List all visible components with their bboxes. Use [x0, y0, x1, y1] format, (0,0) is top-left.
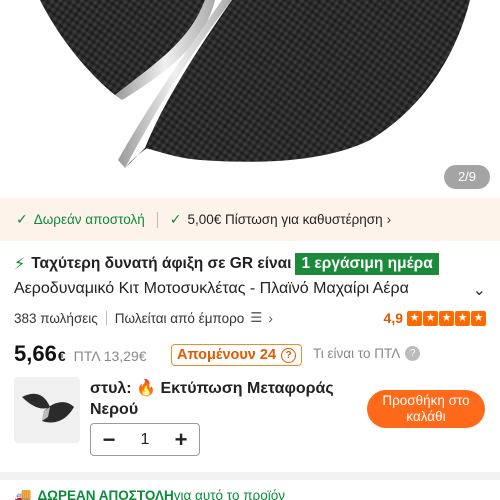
- chevron-right-icon[interactable]: ›: [268, 311, 273, 326]
- what-is-ptl-text: Τι είναι το ΠΤΛ: [313, 346, 401, 361]
- reference-price: ΠΤΛ 13,29€: [73, 348, 147, 364]
- check-icon: ✓: [16, 211, 28, 227]
- divider: [105, 311, 107, 325]
- price: 5,66 € ΠΤΛ 13,29€: [14, 341, 147, 367]
- decrease-button[interactable]: −: [91, 427, 127, 453]
- quantity-value[interactable]: 1: [127, 431, 163, 449]
- seller-label[interactable]: Πωλείται από έμπορο: [115, 311, 245, 326]
- fast-arrival: ⚡ Ταχύτερη δυνατή άφιξη σε GR είναι 1 ερ…: [14, 253, 439, 275]
- free-shipping-banner[interactable]: 🚚 ΔΩΡΕΑΝ ΑΠΟΣΤΟΛΗ για αυτό το προϊόν: [14, 487, 285, 500]
- sales-count: 383 πωλήσεις: [14, 310, 98, 326]
- chevron-down-icon[interactable]: ⌄: [473, 280, 486, 300]
- check-icon: ✓: [169, 211, 182, 227]
- fast-arrival-text: Ταχύτερη δυνατή άφιξη σε GR είναι: [31, 255, 292, 272]
- star-icon: ★: [439, 310, 454, 326]
- section-divider: [0, 472, 500, 480]
- star-icon: ★: [455, 310, 470, 326]
- quantity-stepper[interactable]: − 1 +: [90, 423, 200, 456]
- image-counter: 2/9: [444, 165, 490, 189]
- currency-symbol: €: [57, 348, 66, 364]
- variant-image: [22, 393, 74, 423]
- what-is-ptl-link[interactable]: Τι είναι το ΠΤΛ ?: [313, 346, 421, 361]
- product-title[interactable]: Αεροδυναμικό Κιτ Μοτοσυκλέτας - Πλαϊνό Μ…: [14, 280, 484, 302]
- arrival-badge: 1 εργάσιμη ημέρα: [295, 253, 439, 275]
- divider: [156, 211, 158, 228]
- variant-thumbnail[interactable]: [14, 377, 80, 443]
- free-shipping-strong: ΔΩΡΕΑΝ ΑΠΟΣΤΟΛΗ: [37, 488, 174, 500]
- late-credit-label: 5,00€ Πίστωση για καθυστέρηση: [187, 212, 383, 227]
- style-label: στυλ:: [90, 380, 132, 397]
- question-icon: ?: [405, 346, 421, 361]
- free-shipping-label: Δωρεάν αποστολή: [33, 212, 145, 227]
- fire-icon: 🔥: [136, 380, 156, 397]
- free-shipping-rest: για αυτό το προϊόν: [173, 488, 285, 500]
- sales-row: 383 πωλήσεις Πωλείται από έμπορο ☰ ›: [14, 308, 273, 328]
- lightning-bolt-icon: ⚡: [14, 256, 26, 273]
- star-icon: ★: [407, 310, 422, 326]
- question-icon: ?: [281, 347, 297, 363]
- truck-icon: 🚚: [14, 487, 32, 500]
- product-photo: [40, 0, 470, 168]
- rating-value: 4,9: [383, 310, 403, 326]
- increase-button[interactable]: +: [163, 427, 199, 453]
- add-to-cart-button[interactable]: Προσθήκη στο καλάθι: [367, 390, 485, 428]
- chevron-right-icon: ›: [386, 212, 392, 227]
- star-icon: ★: [471, 310, 486, 326]
- star-icon: ★: [423, 310, 438, 326]
- rating[interactable]: 4,9 ★ ★ ★ ★ ★: [384, 308, 486, 328]
- style-info[interactable]: στυλ: 🔥 Εκτύπωση Μεταφοράς Νερού: [90, 378, 350, 420]
- title-fade: [420, 278, 470, 304]
- list-icon: ☰: [250, 310, 263, 325]
- current-price: 5,66: [14, 341, 57, 366]
- product-image[interactable]: 2/9: [0, 0, 500, 198]
- stock-remaining-text: Απομένουν 24: [177, 347, 277, 363]
- stock-remaining-badge[interactable]: Απομένουν 24 ?: [171, 344, 303, 366]
- benefits-bar[interactable]: ✓ Δωρεάν αποστολή ✓ 5,00€ Πίστωση για κα…: [0, 198, 500, 241]
